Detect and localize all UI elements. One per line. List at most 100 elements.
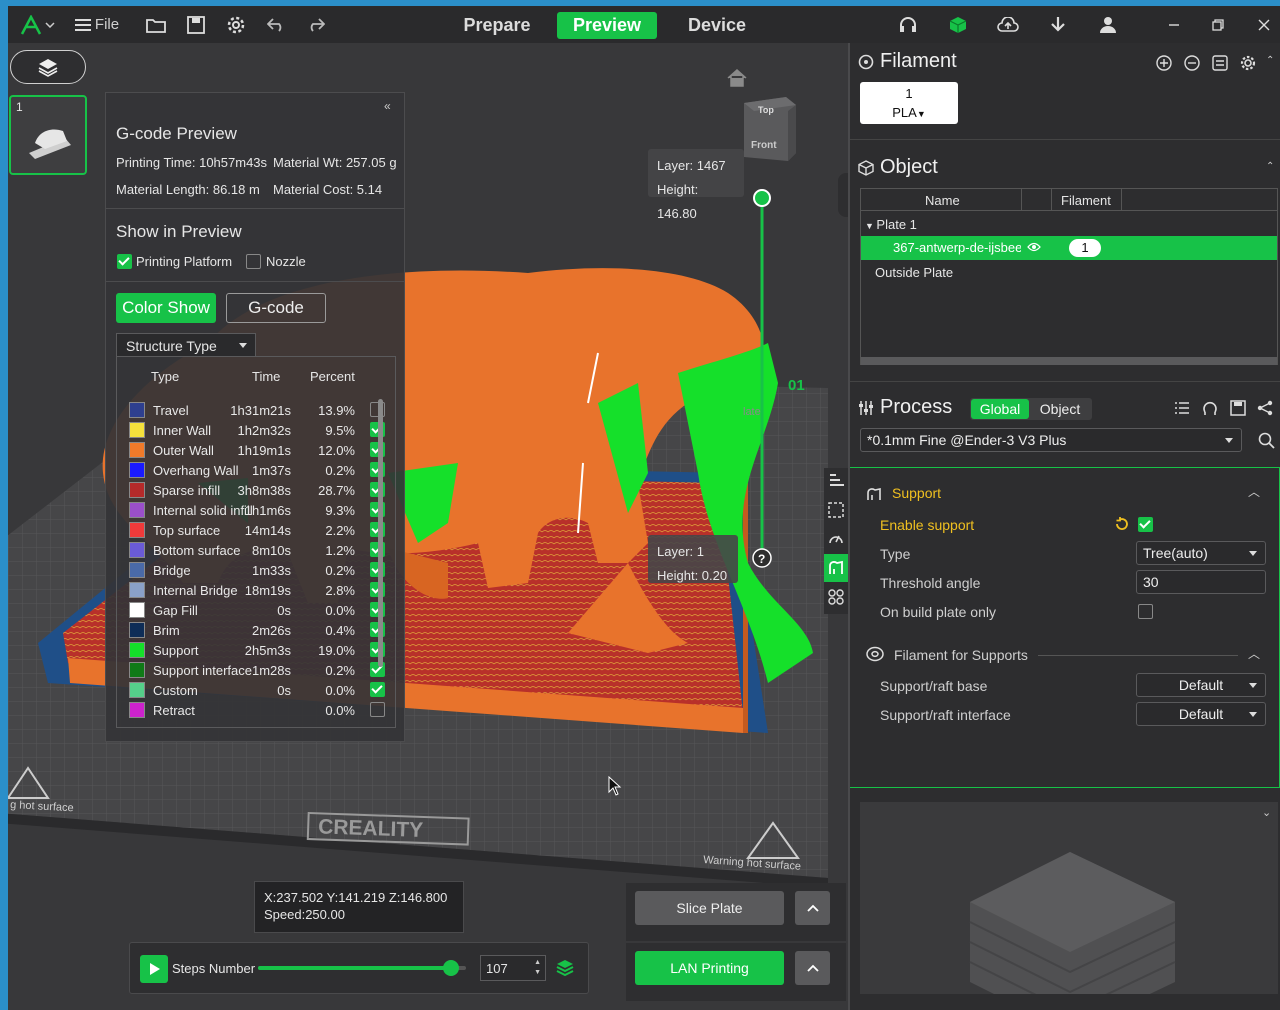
undo-icon[interactable] (264, 6, 288, 43)
sync-filament-icon[interactable] (1212, 55, 1228, 71)
select-area-icon[interactable] (828, 502, 844, 518)
legend-row: Internal solid infill 1h1m6s 9.3% (127, 499, 385, 519)
tab-object[interactable]: Object (1030, 399, 1090, 419)
minimize-icon[interactable] (1162, 6, 1186, 43)
color-swatch (129, 682, 145, 698)
collapse-panel-icon[interactable]: « (384, 99, 391, 113)
reset-icon[interactable] (1114, 516, 1130, 532)
user-icon[interactable] (1096, 6, 1120, 43)
steps-slider-fill (258, 966, 452, 970)
object-list-scrollbar[interactable] (861, 357, 1277, 365)
plate-row[interactable]: ▼ Plate 1 (865, 217, 917, 232)
stepper-up-icon[interactable]: ▲ (534, 959, 541, 966)
slice-options-button[interactable] (795, 891, 830, 925)
search-icon[interactable] (1258, 432, 1276, 450)
home-icon[interactable] (726, 68, 750, 90)
outside-plate-row[interactable]: Outside Plate (875, 265, 953, 280)
save-preset-icon[interactable] (1230, 400, 1246, 416)
color-swatch (129, 482, 145, 498)
view-cube[interactable]: Top Front (740, 95, 798, 165)
legend-visibility-checkbox[interactable] (370, 682, 385, 697)
eye-icon[interactable] (1027, 242, 1041, 252)
filament-slot-1[interactable]: 1 PLA▼ (860, 82, 958, 124)
compare-icon[interactable] (1202, 400, 1218, 416)
legend-type: Internal solid infill (153, 503, 253, 518)
steps-slider[interactable] (258, 960, 466, 976)
legend-type: Outer Wall (153, 443, 214, 458)
model-store-icon[interactable] (946, 6, 970, 43)
3d-viewport[interactable]: 01 late CREALITY Warning hot surface g h… (8, 43, 848, 1010)
tab-object-label: Object (1039, 401, 1081, 417)
app-logo-icon[interactable] (18, 6, 44, 43)
stepper-down-icon[interactable]: ▼ (534, 969, 541, 976)
legend-time: 1h2m32s (237, 423, 291, 438)
layers-toggle-button[interactable] (10, 50, 86, 84)
legend-percent: 0.2% (325, 563, 355, 578)
tab-device[interactable]: Device (676, 12, 758, 39)
collapse-filament-icon[interactable]: ⌃ (1266, 55, 1274, 66)
multi-view-icon[interactable] (828, 589, 844, 605)
cloud-upload-icon[interactable] (996, 6, 1020, 43)
slice-plate-button[interactable]: Slice Plate (635, 891, 784, 925)
open-folder-icon[interactable] (144, 6, 168, 43)
legend-time: 2h5m3s (244, 643, 291, 658)
list-view-icon[interactable] (1174, 400, 1190, 416)
play-button[interactable] (140, 955, 168, 983)
lan-printing-button[interactable]: LAN Printing (635, 951, 784, 985)
headset-icon[interactable] (896, 6, 920, 43)
color-show-button[interactable]: Color Show (116, 293, 216, 323)
save-icon[interactable] (184, 6, 208, 43)
enable-support-checkbox[interactable] (1138, 517, 1153, 532)
printing-platform-checkbox[interactable] (117, 254, 132, 269)
download-icon[interactable] (1046, 6, 1070, 43)
raft-interface-dropdown[interactable]: Default (1136, 702, 1266, 726)
filament-settings-icon[interactable] (1240, 55, 1256, 71)
tab-prepare[interactable]: Prepare (454, 12, 540, 39)
collapse-object-icon[interactable]: ⌃ (1266, 161, 1274, 172)
speed-gauge-icon[interactable] (828, 531, 844, 547)
support-view-icon[interactable] (824, 554, 848, 582)
threshold-angle-input[interactable]: 30 (1136, 570, 1266, 594)
collapse-support-icon[interactable]: ︿ (1248, 483, 1260, 500)
build-plate-only-checkbox[interactable] (1138, 604, 1153, 619)
add-filament-icon[interactable] (1156, 55, 1172, 71)
print-options-button[interactable] (795, 951, 830, 985)
close-icon[interactable] (1252, 6, 1276, 43)
gcode-button[interactable]: G-code (226, 293, 326, 323)
color-show-label: Color Show (122, 298, 210, 317)
process-profile-dropdown[interactable]: *0.1mm Fine @Ender-3 V3 Plus (860, 428, 1242, 452)
chevron-down-icon[interactable] (44, 6, 56, 43)
object-row-selected[interactable]: 367-antwerp-de-ijsbeer 1 (861, 236, 1277, 260)
legend-visibility-checkbox[interactable] (370, 702, 385, 717)
steps-input[interactable]: 107 ▲ ▼ (480, 955, 546, 981)
structure-type-dropdown[interactable]: Structure Type (116, 333, 256, 357)
support-type-dropdown[interactable]: Tree(auto) (1136, 541, 1266, 565)
remove-filament-icon[interactable] (1184, 55, 1200, 71)
legend-row: Travel 1h31m21s 13.9% (127, 399, 385, 419)
sliders-icon (859, 400, 873, 415)
gear-icon[interactable] (224, 6, 248, 43)
plate-thumbnail[interactable]: 1 (9, 95, 87, 175)
restore-icon[interactable] (1206, 6, 1230, 43)
lan-printing-label: LAN Printing (670, 960, 749, 976)
tab-preview[interactable]: Preview (557, 12, 657, 39)
steps-value: 107 (486, 961, 508, 976)
legend-scrollbar[interactable] (378, 399, 383, 667)
expand-preview-icon[interactable]: ⌄ (1262, 806, 1271, 819)
nozzle-checkbox[interactable] (246, 254, 261, 269)
process-settings-area: Support ︿ Enable support Type Tree(auto)… (850, 467, 1280, 788)
file-menu[interactable]: File (66, 6, 128, 43)
share-preset-icon[interactable] (1257, 400, 1273, 416)
legend-type: Inner Wall (153, 423, 212, 438)
collapse-handle[interactable] (838, 173, 848, 217)
raft-base-dropdown[interactable]: Default (1136, 673, 1266, 697)
steps-slider-handle[interactable] (443, 960, 460, 976)
layer-stack-icon[interactable] (556, 959, 574, 977)
object-filament-badge[interactable]: 1 (1069, 239, 1101, 257)
redo-icon[interactable] (304, 6, 328, 43)
color-swatch (129, 542, 145, 558)
tab-global[interactable]: Global (971, 399, 1029, 419)
layers-view-icon[interactable] (828, 472, 844, 488)
bed-brand-text: CREALITY (318, 815, 424, 842)
collapse-filament-supports-icon[interactable]: ︿ (1248, 645, 1260, 662)
